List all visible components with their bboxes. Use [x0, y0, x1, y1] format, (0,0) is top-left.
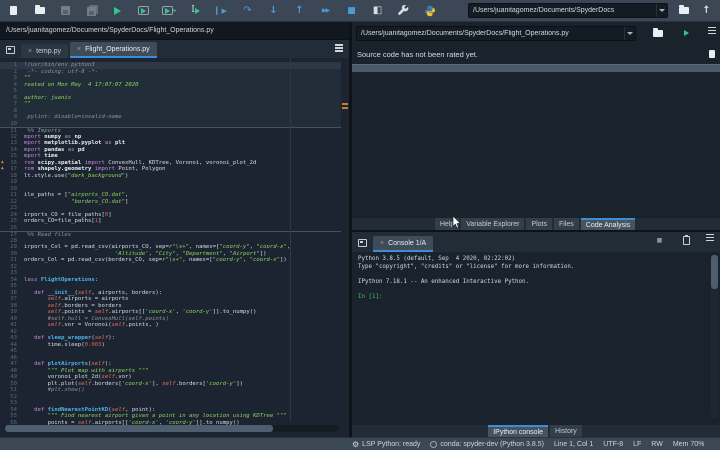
run-selection-icon[interactable]: I	[188, 3, 203, 19]
console-line: IPython 7.18.1 -- An enhanced Interactiv…	[358, 278, 530, 285]
run-file-icon[interactable]	[110, 3, 125, 19]
browse-working-directory-button[interactable]	[676, 3, 691, 19]
new-file-icon[interactable]	[6, 3, 21, 19]
code-editor[interactable]: 1 !/usr/bin/env python3 2 -*- coding: utf-…	[0, 58, 349, 432]
editor-tab-Flight_Operations.py[interactable]: × Flight_Operations.py	[70, 42, 157, 58]
run-cell-advance-icon[interactable]: ▸	[162, 3, 177, 19]
debug-continue-icon[interactable]: ▶▶	[318, 3, 333, 19]
working-directory-value: /Users/juanitagomez/Documents/SpyderDocs	[473, 7, 615, 14]
tab-files[interactable]: Files	[554, 218, 579, 230]
preferences-icon[interactable]	[396, 3, 411, 19]
chevron-down-icon[interactable]	[656, 4, 667, 17]
analysis-file-combobox[interactable]: /Users/juanitagomez/Documents/SpyderDocs…	[356, 25, 636, 41]
analysis-browse-file-button[interactable]	[650, 25, 665, 41]
console-output[interactable]: Python 3.8.5 (default, Sep 4 2020, 02:22…	[352, 252, 710, 420]
conda-icon	[430, 440, 438, 448]
console-options-icon[interactable]	[706, 232, 714, 248]
main-toolbar: ▸ I ▎▶ ↷ ↓ ↑ ▶▶ ■ ◧ /Users/juanitagomez/Document…	[0, 0, 720, 22]
mouse-cursor	[452, 216, 462, 229]
status-bar: ⚙ LSP Python: ready conda: spyder-dev (Pyt…	[0, 437, 720, 450]
console-tab[interactable]: × Console 1/A	[373, 236, 434, 252]
console-prompt: In [1]:	[358, 293, 386, 300]
analysis-file-value: /Users/juanitagomez/Documents/SpyderDocs…	[361, 29, 569, 37]
gear-icon: ⚙	[352, 439, 360, 449]
console-scrollbar[interactable]	[711, 254, 718, 418]
close-icon[interactable]: ×	[380, 240, 384, 247]
step-over-icon[interactable]: ↷	[240, 3, 255, 19]
close-icon[interactable]: ×	[28, 48, 32, 55]
console-line: Type "copyright", "credits" or "license"…	[358, 263, 575, 270]
save-all-icon[interactable]	[84, 3, 99, 19]
tab-variable-explorer[interactable]: Variable Explorer	[461, 218, 525, 230]
analysis-results-header	[352, 64, 720, 72]
folder-icon	[678, 5, 689, 14]
status-rw: RW	[651, 440, 663, 448]
console-tabbar: × Console 1/A ■	[352, 232, 720, 252]
browse-tabs-icon[interactable]	[358, 239, 367, 247]
status-mem-70-: Mem 70%	[672, 440, 705, 448]
console-bottom-tabbar: IPython console History	[352, 425, 720, 437]
editor-options-icon[interactable]	[335, 43, 343, 54]
save-icon[interactable]	[58, 3, 73, 19]
console-pane: × Console 1/A ■ Python 3.8.5 (default, S…	[352, 232, 720, 437]
debug-file-icon[interactable]: ▎▶	[214, 3, 229, 19]
code-analysis-toolbar: /Users/juanitagomez/Documents/SpyderDocs…	[352, 22, 720, 44]
up-arrow-icon: ↑	[702, 5, 711, 16]
run-cell-icon[interactable]	[136, 3, 151, 19]
chevron-down-icon[interactable]	[624, 26, 635, 40]
status-lsp-python-ready: ⚙ LSP Python: ready	[352, 439, 421, 449]
editor-horizontal-scrollbar[interactable]	[4, 425, 339, 432]
status-line-1-col-1: Line 1, Col 1	[553, 440, 594, 448]
editor-pane: /Users/juanitagomez/Documents/SpyderDocs…	[0, 22, 349, 437]
step-out-icon[interactable]: ↑	[292, 3, 307, 19]
stop-icon[interactable]: ■	[344, 3, 359, 19]
step-into-icon[interactable]: ↓	[266, 3, 281, 19]
analysis-message: Source code has not been rated yet.	[357, 49, 478, 59]
tab-ipython-console[interactable]: IPython console	[488, 425, 549, 437]
toolbar-icons: ▸ I ▎▶ ↷ ↓ ↑ ▶▶ ■ ◧	[6, 3, 448, 19]
open-file-icon[interactable]	[32, 3, 47, 19]
working-directory-combobox[interactable]: /Users/juanitagomez/Documents/SpyderDocs	[468, 3, 668, 18]
inspect-object-button[interactable]	[679, 232, 694, 248]
editor-breadcrumb: /Users/juanitagomez/Documents/SpyderDocs…	[0, 22, 349, 40]
spyder-window: ▸ I ▎▶ ↷ ↓ ↑ ▶▶ ■ ◧ /Users/juanitagomez/Document…	[0, 0, 720, 450]
status-utf-8: UTF-8	[603, 440, 624, 448]
console-tab-label: Console 1/A	[388, 239, 427, 247]
editor-tab-temp.py[interactable]: × temp.py	[21, 44, 68, 58]
editor-tabbar: × temp.py × Flight_Operations.py	[0, 40, 349, 58]
close-icon[interactable]: ×	[77, 46, 81, 53]
python-path-manager-icon[interactable]	[422, 3, 437, 19]
warning-flag	[342, 107, 348, 109]
analysis-message-row: Source code has not been rated yet.	[352, 44, 720, 64]
maximize-pane-icon[interactable]: ◧	[370, 3, 385, 19]
browse-tabs-icon[interactable]	[6, 46, 15, 54]
analysis-results-area[interactable]	[352, 96, 720, 218]
clipboard-icon	[683, 234, 690, 245]
stop-square-icon: ■	[656, 236, 663, 244]
tab-history[interactable]: History	[550, 425, 582, 437]
rating-file-icon	[709, 50, 715, 58]
code-analysis-pane: /Users/juanitagomez/Documents/SpyderDocs…	[352, 22, 720, 230]
interrupt-kernel-button[interactable]: ■	[652, 232, 667, 248]
play-icon	[684, 30, 689, 36]
scrollflag-column	[341, 58, 349, 432]
console-line: Python 3.8.5 (default, Sep 4 2020, 02:22…	[358, 256, 519, 262]
tab-plots[interactable]: Plots	[526, 218, 552, 230]
status-conda-spyder-dev-python-3-8-5-: conda: spyder-dev (Python 3.8.5)	[430, 440, 544, 448]
edge-line-79	[290, 58, 291, 422]
folder-icon	[652, 27, 663, 37]
warning-flag	[342, 103, 348, 105]
right-pane-tabbar: Help Variable Explorer Plots Files Code Anal…	[352, 218, 720, 230]
analysis-options-icon[interactable]	[708, 25, 716, 41]
parent-directory-button[interactable]: ↑	[699, 3, 714, 19]
tab-code-analysis[interactable]: Code Analysis	[580, 218, 636, 230]
run-analysis-button[interactable]	[679, 25, 694, 41]
status-lf: LF	[633, 440, 642, 448]
